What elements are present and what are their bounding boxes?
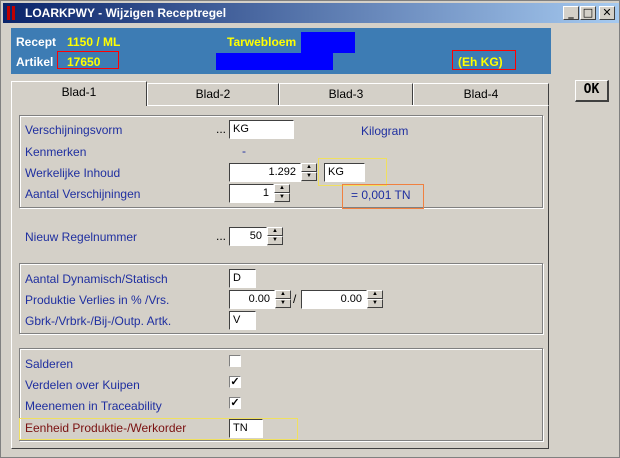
spin-down-icon[interactable]: ▼ (275, 299, 291, 308)
spin-down-icon[interactable]: ▼ (367, 299, 383, 308)
app-icon (7, 6, 19, 20)
werkelijke-inhoud-label: Werkelijke Inhoud (25, 166, 121, 180)
eenheid-label: Eenheid Produktie-/Werkorder (25, 421, 187, 435)
nieuw-regelnummer-spinner[interactable]: ▲ ▼ (267, 227, 283, 246)
meenemen-label: Meenemen in Traceability (25, 399, 162, 413)
artikel-value: 17650 (67, 55, 101, 69)
verdelen-label: Verdelen over Kuipen (25, 378, 140, 392)
recipe-header: Recept 1150 / ML Tarwebloem Artikel 1765… (11, 28, 551, 74)
werkelijke-inhoud-unit-input[interactable]: KG (324, 163, 365, 182)
aantal-equivalent: = 0,001 TN (351, 188, 411, 202)
maximize-button[interactable]: □ (580, 6, 596, 20)
nieuw-regelnummer-input[interactable]: 50 (229, 227, 267, 246)
spin-up-icon[interactable]: ▲ (274, 184, 290, 193)
aantal-verschijningen-spinner[interactable]: ▲ ▼ (274, 184, 290, 203)
spin-up-icon[interactable]: ▲ (275, 290, 291, 299)
verschijningsvorm-description: Kilogram (361, 124, 409, 138)
artikel-label: Artikel (16, 55, 54, 69)
spin-down-icon[interactable]: ▼ (301, 172, 317, 181)
produktie-verlies-input-1[interactable]: 0.00 (229, 290, 275, 309)
salderen-checkbox[interactable] (229, 355, 241, 367)
recept-name-highlight (301, 32, 355, 53)
salderen-label: Salderen (25, 357, 74, 371)
check-icon: ✓ (230, 376, 240, 388)
spin-up-icon[interactable]: ▲ (267, 227, 283, 236)
spin-up-icon[interactable]: ▲ (301, 163, 317, 172)
verschijningsvorm-dots: ... (216, 122, 227, 136)
verdelen-checkbox[interactable]: ✓ (229, 376, 241, 388)
produktie-verlies-label: Produktie Verlies in % /Vrs. (25, 293, 170, 307)
spin-up-icon[interactable]: ▲ (367, 290, 383, 299)
minimize-button[interactable]: _ (563, 6, 579, 20)
artikel-unit: (Eh KG) (458, 55, 503, 69)
werkelijke-inhoud-spinner[interactable]: ▲ ▼ (301, 163, 317, 182)
produktie-verlies-spinner-2[interactable]: ▲ ▼ (367, 290, 383, 309)
recept-label: Recept (16, 35, 57, 49)
tab-blad-1[interactable]: Blad-1 (11, 81, 147, 106)
nieuw-regelnummer-dots: ... (216, 229, 227, 243)
tab-blad-2[interactable]: Blad-2 (147, 83, 279, 105)
check-icon: ✓ (230, 397, 240, 409)
close-button[interactable]: ✕ (599, 6, 615, 20)
aantal-verschijningen-label: Aantal Verschijningen (25, 187, 141, 201)
ok-button[interactable]: OK (575, 80, 609, 102)
kenmerken-label: Kenmerken (25, 145, 87, 159)
meenemen-checkbox[interactable]: ✓ (229, 397, 241, 409)
spin-down-icon[interactable]: ▼ (267, 236, 283, 245)
recept-name: Tarwebloem (227, 35, 297, 49)
aantal-dynamisch-input[interactable]: D (229, 269, 256, 288)
spin-down-icon[interactable]: ▼ (274, 193, 290, 202)
artikel-name-highlight (216, 53, 333, 70)
tab-blad-4[interactable]: Blad-4 (413, 83, 549, 105)
verschijningsvorm-input[interactable]: KG (229, 120, 294, 139)
title-bar[interactable]: LOARKPWY - Wijzigen Receptregel _ □ ✕ (3, 3, 619, 23)
window-title: LOARKPWY - Wijzigen Receptregel (25, 6, 227, 20)
tab-blad-3[interactable]: Blad-3 (279, 83, 413, 105)
produktie-verlies-separator: / (293, 292, 297, 306)
eenheid-input[interactable]: TN (229, 419, 263, 438)
produktie-verlies-input-2[interactable]: 0.00 (301, 290, 367, 309)
aantal-dynamisch-label: Aantal Dynamisch/Statisch (25, 272, 168, 286)
verschijningsvorm-label: Verschijningsvorm (25, 123, 123, 137)
gbrk-label: Gbrk-/Vrbrk-/Bij-/Outp. Artk. (25, 314, 172, 328)
recept-value: 1150 / ML (67, 35, 121, 49)
gbrk-input[interactable]: V (229, 311, 256, 330)
window: LOARKPWY - Wijzigen Receptregel _ □ ✕ Re… (0, 0, 620, 458)
werkelijke-inhoud-input[interactable]: 1.292 (229, 163, 301, 182)
kenmerken-value: - (242, 144, 246, 158)
aantal-verschijningen-input[interactable]: 1 (229, 184, 274, 203)
produktie-verlies-spinner-1[interactable]: ▲ ▼ (275, 290, 291, 309)
nieuw-regelnummer-label: Nieuw Regelnummer (25, 230, 138, 244)
